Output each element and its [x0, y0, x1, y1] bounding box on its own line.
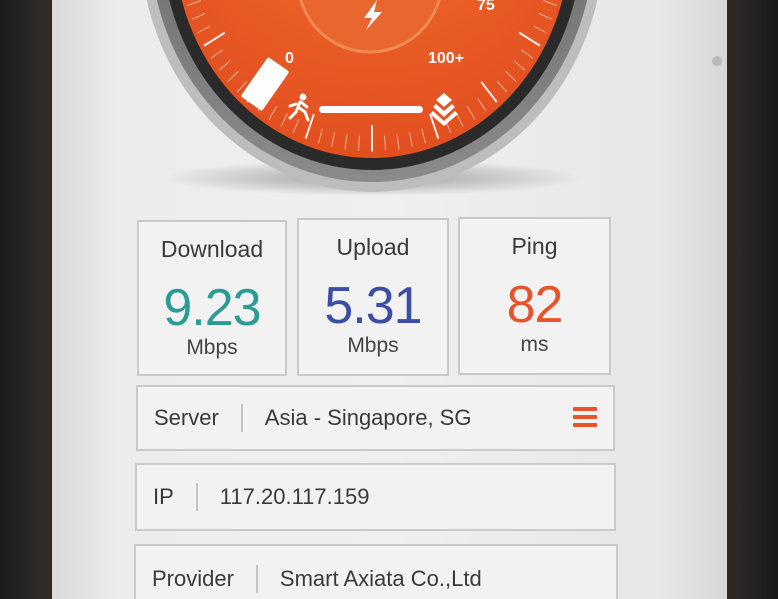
speed-gauge: 0 75 100+	[146, 0, 598, 196]
server-divider	[240, 404, 243, 432]
download-card: Download 9.23 Mbps	[137, 220, 287, 376]
provider-divider	[255, 565, 258, 593]
ping-card: Ping 82 ms	[458, 217, 611, 375]
ip-value: 117.20.117.159	[219, 484, 370, 509]
provider-value: Smart Axiata Co.,Ltd	[279, 566, 482, 591]
ip-label: IP	[153, 484, 174, 509]
tick-label-100: 100+	[428, 50, 464, 67]
ip-row: IP 117.20.117.159	[135, 463, 616, 531]
download-value: 9.23	[163, 279, 261, 337]
server-value: Asia - Singapore, SG	[264, 405, 472, 430]
server-row[interactable]: Server Asia - Singapore, SG	[136, 385, 615, 451]
server-menu-icon[interactable]	[573, 407, 597, 427]
tick-label-75: 75	[477, 0, 495, 14]
download-title: Download	[160, 236, 264, 262]
provider-label: Provider	[152, 566, 234, 591]
ping-title: Ping	[511, 233, 558, 259]
provider-row: Provider Smart Axiata Co.,Ltd	[134, 544, 618, 599]
progress-bar	[319, 106, 423, 113]
tick-label-zero: 0	[285, 50, 294, 67]
ping-value: 82	[506, 276, 564, 334]
upload-card: Upload 5.31 Mbps	[297, 218, 449, 376]
upload-title: Upload	[336, 234, 410, 260]
download-unit: Mbps	[186, 336, 238, 359]
server-label: Server	[154, 405, 219, 430]
ping-unit: ms	[520, 333, 549, 356]
ip-divider	[195, 483, 198, 511]
upload-value: 5.31	[324, 277, 422, 335]
upload-unit: Mbps	[347, 334, 399, 357]
app-screen: 0 75 100+ Download 9.23 Mbps Upload 5.31…	[52, 0, 727, 599]
